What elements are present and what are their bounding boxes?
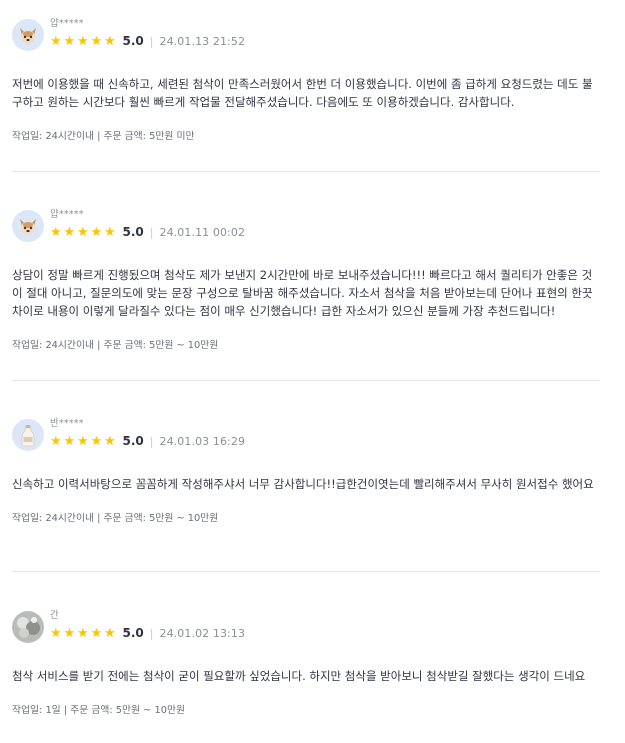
review-meta: 반***** ★ ★ ★ ★ ★ 5.0 | 24.01.03 16:29 xyxy=(50,417,245,451)
divider-bar: | xyxy=(149,626,154,640)
reviewer-name: 반***** xyxy=(50,418,84,429)
star-icon: ★ xyxy=(77,433,89,449)
rating-score: 5.0 xyxy=(122,626,144,640)
review-item: 얍***** ★ ★ ★ ★ ★ 5.0 | 24.01.11 00:02 상담… xyxy=(12,208,600,351)
star-rating: ★ ★ ★ ★ ★ xyxy=(50,226,118,239)
order-info: 작업일: 24시간이내 | 주문 금액: 5만원 미만 xyxy=(12,131,195,142)
review-content: 저번에 이용했을 때 신속하고, 세련된 첨삭이 만족스러웠어서 한번 더 이용… xyxy=(12,77,593,109)
star-icon: ★ xyxy=(63,433,76,449)
star-icon: ★ xyxy=(63,625,76,641)
rating-score: 5.0 xyxy=(122,225,144,239)
star-rating: ★ ★ ★ ★ ★ xyxy=(50,35,118,48)
rating-line: ★ ★ ★ ★ ★ 5.0 | 24.01.11 00:02 xyxy=(50,222,245,242)
photo-avatar-icon[interactable] xyxy=(12,611,44,643)
star-icon: ★ xyxy=(90,625,103,641)
review-divider xyxy=(12,380,600,381)
review-divider xyxy=(12,171,600,172)
star-rating: ★ ★ ★ ★ ★ xyxy=(50,627,118,640)
star-rating: ★ ★ ★ ★ ★ xyxy=(50,435,118,448)
review-content: 신속하고 이력서바탕으로 꼼꼼하게 작성해주샤서 너무 감사합니다!!급한건이엿… xyxy=(12,477,594,491)
review-meta: 간 ★ ★ ★ ★ ★ 5.0 | 24.01.02 13:13 xyxy=(50,609,245,643)
star-icon: ★ xyxy=(50,224,62,240)
review-date: 24.01.03 16:29 xyxy=(159,434,246,448)
star-icon: ★ xyxy=(90,33,103,49)
divider-bar: | xyxy=(149,434,154,448)
reviewer-name: 간 xyxy=(50,610,59,621)
star-icon: ★ xyxy=(77,625,89,641)
review-date: 24.01.13 21:52 xyxy=(159,34,246,48)
star-icon: ★ xyxy=(77,224,89,240)
star-icon: ★ xyxy=(104,625,116,641)
order-info: 작업일: 24시간이내 | 주문 금액: 5만원 ~ 10만원 xyxy=(12,340,219,351)
star-icon: ★ xyxy=(90,224,103,240)
order-info: 작업일: 1일 | 주문 금액: 5만원 ~ 10만원 xyxy=(12,705,185,716)
review-date: 24.01.02 13:13 xyxy=(159,626,246,640)
order-info: 작업일: 24시간이내 | 주문 금액: 5만원 ~ 10만원 xyxy=(12,513,219,524)
divider-bar: | xyxy=(149,34,154,48)
star-icon: ★ xyxy=(77,33,89,49)
rating-score: 5.0 xyxy=(122,34,144,48)
review-header: 반***** ★ ★ ★ ★ ★ 5.0 | 24.01.03 16:29 xyxy=(12,417,600,457)
review-meta: 얍***** ★ ★ ★ ★ ★ 5.0 | 24.01.11 00:02 xyxy=(50,208,245,242)
milk-bottle-avatar-icon[interactable] xyxy=(12,419,44,451)
dog-avatar-icon[interactable] xyxy=(12,210,44,242)
review-item: 간 ★ ★ ★ ★ ★ 5.0 | 24.01.02 13:13 첨삭 서비스를… xyxy=(12,609,600,716)
star-icon: ★ xyxy=(63,224,76,240)
reviewer-name: 얍***** xyxy=(50,209,84,220)
star-icon: ★ xyxy=(50,625,62,641)
review-divider xyxy=(12,571,600,572)
star-icon: ★ xyxy=(90,433,103,449)
review-item: 반***** ★ ★ ★ ★ ★ 5.0 | 24.01.03 16:29 신속… xyxy=(12,417,600,524)
star-icon: ★ xyxy=(104,33,116,49)
rating-score: 5.0 xyxy=(122,434,144,448)
star-icon: ★ xyxy=(50,433,62,449)
star-icon: ★ xyxy=(50,33,62,49)
star-icon: ★ xyxy=(104,433,116,449)
dog-avatar-icon[interactable] xyxy=(12,19,44,51)
review-content: 상담이 정말 빠르게 진행됬으며 첨삭도 제가 보낸지 2시간만에 바로 보내주… xyxy=(12,268,593,318)
review-header: 간 ★ ★ ★ ★ ★ 5.0 | 24.01.02 13:13 xyxy=(12,609,600,649)
reviewer-name: 얍***** xyxy=(50,18,84,29)
star-icon: ★ xyxy=(63,33,76,49)
rating-line: ★ ★ ★ ★ ★ 5.0 | 24.01.02 13:13 xyxy=(50,623,245,643)
star-icon: ★ xyxy=(104,224,116,240)
divider-bar: | xyxy=(149,225,154,239)
review-meta: 얍***** ★ ★ ★ ★ ★ 5.0 | 24.01.13 21:52 xyxy=(50,17,245,51)
review-item: 얍***** ★ ★ ★ ★ ★ 5.0 | 24.01.13 21:52 저번… xyxy=(12,17,600,142)
rating-line: ★ ★ ★ ★ ★ 5.0 | 24.01.13 21:52 xyxy=(50,31,245,51)
rating-line: ★ ★ ★ ★ ★ 5.0 | 24.01.03 16:29 xyxy=(50,431,245,451)
review-content: 첨삭 서비스를 받기 전에는 첨삭이 굳이 필요할까 싶었습니다. 하지만 첨삭… xyxy=(12,669,586,683)
review-header: 얍***** ★ ★ ★ ★ ★ 5.0 | 24.01.11 00:02 xyxy=(12,208,600,248)
review-date: 24.01.11 00:02 xyxy=(159,225,246,239)
review-header: 얍***** ★ ★ ★ ★ ★ 5.0 | 24.01.13 21:52 xyxy=(12,17,600,57)
